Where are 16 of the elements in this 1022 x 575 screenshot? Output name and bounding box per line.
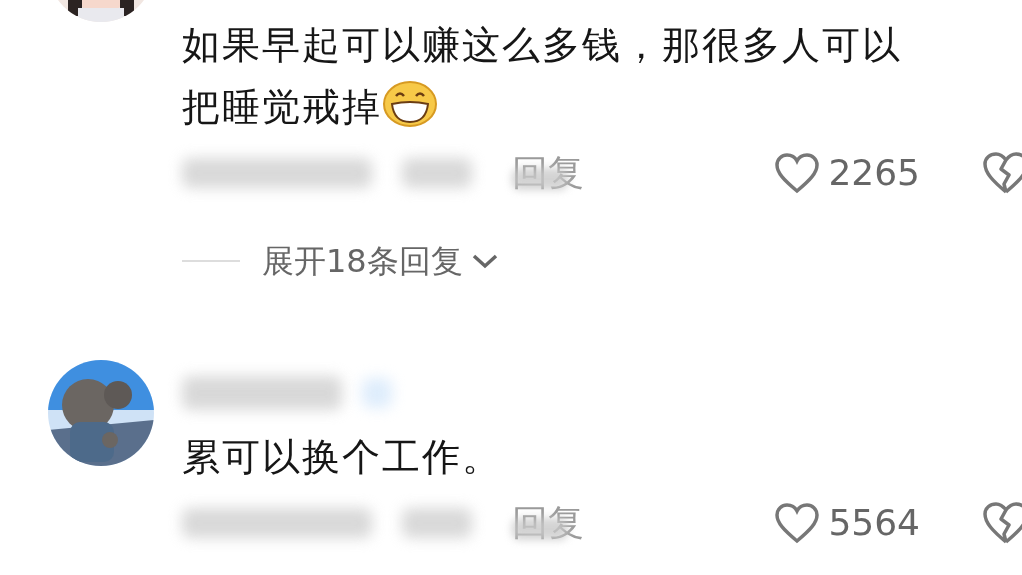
heart-icon[interactable] (774, 502, 821, 544)
reply-link[interactable]: 回复 (502, 141, 594, 205)
blurred-location (402, 508, 472, 538)
comment-text: 把睡觉戒掉 (182, 84, 382, 131)
like-count: 2265 (828, 151, 920, 195)
comment-text: 累可以换个工作。 (182, 434, 502, 481)
expand-replies-link[interactable]: 展开18条回复 (262, 237, 463, 285)
like-count: 5564 (828, 501, 920, 545)
broken-heart-icon[interactable] (982, 501, 1022, 545)
comment-text: 如果早起可以赚这么多钱，那很多人可以 (182, 22, 902, 69)
reply-link[interactable]: 回复 (502, 491, 594, 555)
chevron-down-icon[interactable] (470, 252, 499, 270)
broken-heart-icon[interactable] (982, 151, 1022, 195)
heart-icon[interactable] (774, 152, 821, 194)
blurred-location (402, 158, 472, 188)
blurred-badge (362, 378, 392, 408)
